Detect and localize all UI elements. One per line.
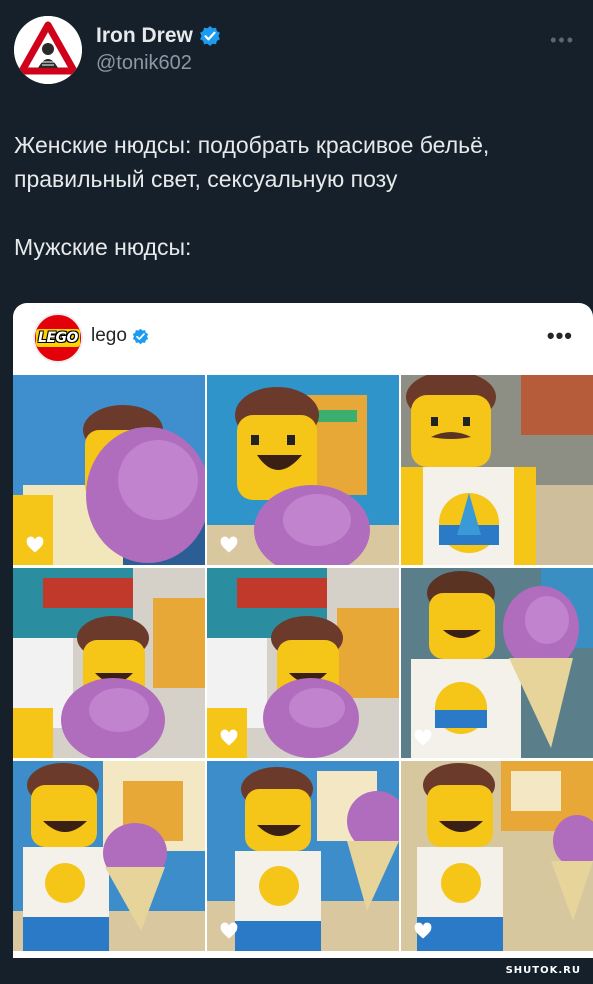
- embedded-account-name[interactable]: lego: [91, 325, 127, 347]
- heart-icon[interactable]: [219, 921, 239, 941]
- photo-tile-3[interactable]: [401, 375, 593, 565]
- heart-icon[interactable]: [413, 728, 433, 748]
- verified-badge-icon: [199, 25, 221, 47]
- photo-tile-5[interactable]: [207, 568, 399, 758]
- tweet-text-line-2: Мужские нюдсы:: [14, 234, 192, 260]
- tweet-text: Женские нюдсы: подобрать красивое бельё,…: [14, 128, 584, 264]
- minifig-photo: [401, 375, 593, 565]
- heart-icon[interactable]: [219, 535, 239, 555]
- heart-icon[interactable]: [413, 921, 433, 941]
- embedded-post[interactable]: LEGO lego •••: [13, 303, 593, 958]
- more-horizontal-icon[interactable]: •••: [550, 30, 575, 51]
- photo-tile-2[interactable]: [207, 375, 399, 565]
- avatar[interactable]: [14, 16, 82, 84]
- verified-badge-icon: [132, 328, 149, 345]
- photo-tile-4[interactable]: [13, 568, 205, 758]
- embedded-account-row[interactable]: lego: [91, 325, 149, 347]
- heart-icon[interactable]: [219, 728, 239, 748]
- lego-logo-text: LEGO: [36, 329, 80, 347]
- warning-triangle-avatar-icon: [14, 16, 82, 84]
- photo-tile-6[interactable]: [401, 568, 593, 758]
- tweet-text-line-1: Женские нюдсы: подобрать красивое бельё,…: [14, 132, 490, 192]
- photo-tile-1[interactable]: [13, 375, 205, 565]
- tweet-header: Iron Drew @tonik602 •••: [14, 14, 579, 86]
- handle[interactable]: @tonik602: [96, 52, 221, 75]
- display-name-row[interactable]: Iron Drew: [96, 24, 221, 48]
- minifig-photo: [13, 568, 205, 758]
- photo-tile-9[interactable]: [401, 761, 593, 951]
- more-horizontal-icon[interactable]: •••: [547, 323, 573, 349]
- minifig-photo: [13, 761, 205, 951]
- lego-logo[interactable]: LEGO: [33, 313, 83, 363]
- embedded-post-header: LEGO lego •••: [13, 303, 593, 375]
- display-name[interactable]: Iron Drew: [96, 24, 193, 48]
- watermark: SHUTOK.RU: [505, 965, 581, 976]
- photo-tile-8[interactable]: [207, 761, 399, 951]
- photo-grid: [13, 375, 593, 958]
- heart-icon[interactable]: [25, 535, 45, 555]
- photo-tile-7[interactable]: [13, 761, 205, 951]
